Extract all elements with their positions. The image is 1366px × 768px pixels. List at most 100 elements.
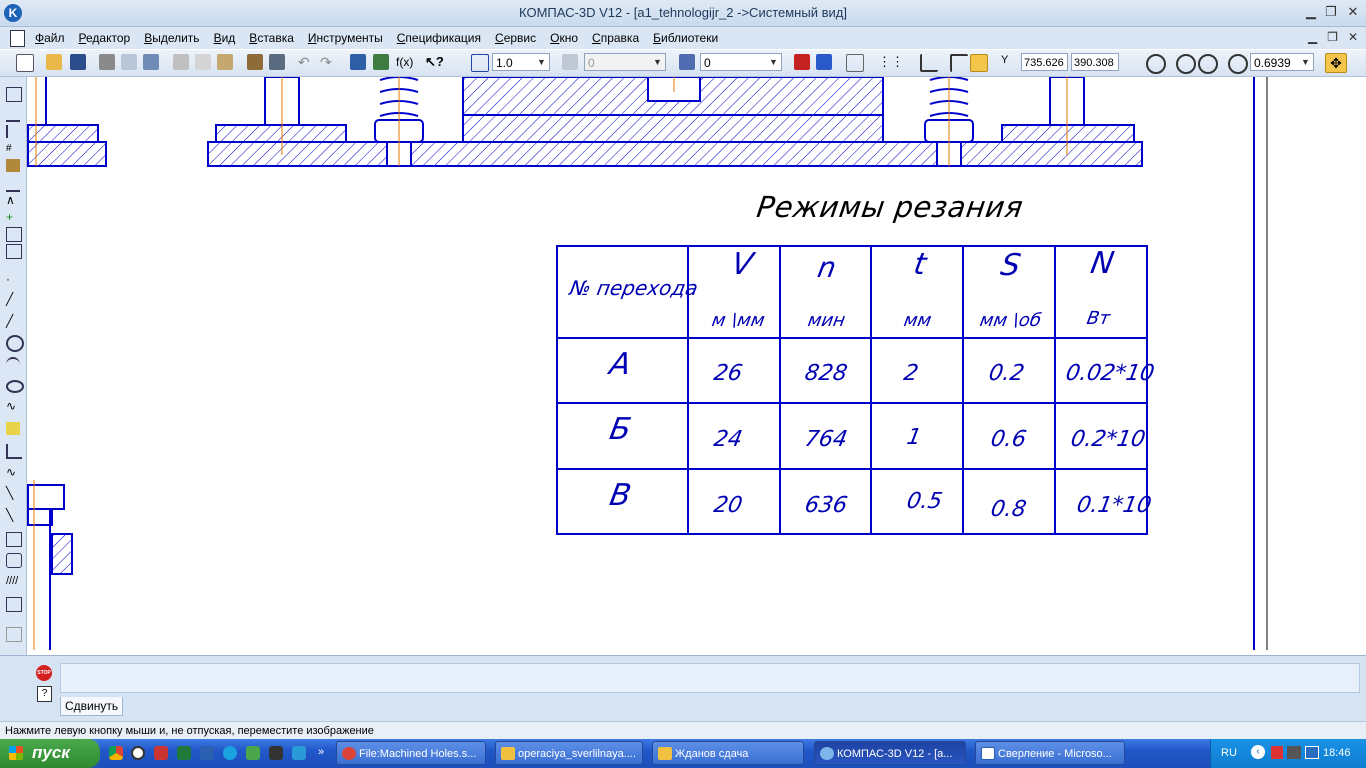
menu-select[interactable]: Выделить [144,31,199,45]
format-painter-icon[interactable] [247,54,263,70]
print-icon[interactable] [99,54,115,70]
minimize-button[interactable]: ▁ [1300,3,1322,21]
command-parameters-bar[interactable] [60,663,1360,693]
polyline-tool-icon[interactable] [6,444,22,459]
snap-icon[interactable] [794,54,810,70]
notation-tool-icon[interactable] [6,125,22,138]
menu-window[interactable]: Окно [550,31,578,45]
close-button[interactable]: ✕ [1342,3,1364,21]
round-icon[interactable] [950,54,968,72]
zoom-scale-icon[interactable] [1228,54,1248,74]
doc-minimize-button[interactable]: ▁ [1308,30,1317,44]
undo-icon[interactable]: ↶ [298,54,314,70]
network-icon[interactable] [1305,746,1319,759]
zoom-select[interactable]: 0.6939 ▼ [1250,53,1314,71]
local-cs-icon[interactable] [920,54,938,72]
context-help-icon[interactable]: ↖? [425,54,444,70]
opera-icon[interactable] [154,746,168,760]
layer-select[interactable]: 0 ▼ [700,53,782,71]
doc-close-button[interactable]: ✕ [1348,30,1358,44]
cursor-snap-icon[interactable] [970,54,988,72]
skype-icon[interactable] [223,746,237,760]
cut-icon[interactable] [173,54,189,70]
task-chrome[interactable]: File:Machined Holes.s... [336,741,486,765]
save-icon[interactable] [70,54,86,70]
curve-tool-icon[interactable]: ∿ [6,466,20,479]
chamfer-tool-icon[interactable]: ╲ [6,487,20,500]
task-folder-zhdanov[interactable]: Жданов сдача [652,741,804,765]
magnet-icon[interactable] [816,54,832,70]
circle-tool-icon[interactable] [6,335,24,352]
print-preview-icon[interactable] [121,54,137,70]
paste-icon[interactable] [217,54,233,70]
copy-icon[interactable] [195,54,211,70]
properties-icon[interactable] [143,54,159,70]
fillet-tool-icon[interactable]: ╲ [6,509,20,522]
zoom-in-icon[interactable] [1176,54,1196,74]
hatch-tool-icon[interactable]: # [6,142,20,155]
zoom-out-icon[interactable] [1198,54,1218,74]
quick-launch-expand-icon[interactable]: » [318,746,332,760]
menu-insert[interactable]: Вставка [249,31,294,45]
redo-icon[interactable]: ↷ [320,54,336,70]
antivirus-icon[interactable] [1271,746,1283,759]
task-folder-operaciya[interactable]: operaciya_sverlilnaya.... [495,741,643,765]
param-tool-icon[interactable] [6,177,20,192]
manager-icon[interactable] [350,54,366,70]
style-select[interactable]: 0 ▼ [584,53,666,71]
edit-tool-icon[interactable] [6,159,20,172]
scale-icon[interactable] [471,54,489,72]
open-folder-icon[interactable] [46,54,62,70]
dimension-tool-icon[interactable] [6,107,20,122]
select-tool-icon[interactable]: + [6,211,20,224]
document-icon[interactable] [10,30,25,47]
style-icon[interactable] [562,54,578,70]
menu-view[interactable]: Вид [214,31,236,45]
app-icon[interactable] [269,746,283,760]
segment-tool-icon[interactable]: ╱ [6,315,20,328]
chrome-icon[interactable] [109,746,123,760]
scale-select[interactable]: 1.0 ▼ [492,53,550,71]
utorrent-icon[interactable] [246,746,260,760]
excel-icon[interactable] [177,746,191,760]
rectangle-tool-icon[interactable] [6,532,22,547]
maximize-button[interactable]: ❐ [1320,3,1342,21]
variables-icon[interactable]: f(x) [396,55,413,69]
clock[interactable]: 18:46 [1323,747,1351,759]
point-tool-icon[interactable]: · [6,273,20,286]
arc-tool-icon[interactable] [6,357,20,372]
equidistant-tool-icon[interactable]: //// [6,575,20,588]
start-button[interactable]: пуск [0,739,100,768]
report-tool-icon[interactable] [6,244,22,259]
spec-tool-icon[interactable] [6,227,22,242]
polygon-tool-icon[interactable] [6,553,22,568]
menu-libraries[interactable]: Библиотеки [653,31,718,45]
tray-back-icon[interactable]: ‹ [1251,745,1265,759]
new-document-icon[interactable] [16,54,34,72]
contour-tool-icon[interactable] [6,597,22,612]
printer-tray-icon[interactable] [1287,746,1301,759]
menu-file[interactable]: Файл [35,31,65,45]
menu-help[interactable]: Справка [592,31,639,45]
task-kompas[interactable]: КОМПАС-3D V12 - [a... [814,741,966,765]
doc-restore-button[interactable]: ❐ [1327,30,1338,44]
measure-tool-icon[interactable]: ∧ [6,194,20,207]
kompas-quick-icon[interactable] [292,746,306,760]
menu-service[interactable]: Сервис [495,31,536,45]
geometry-tool-icon[interactable] [6,87,22,102]
ellipse-tool-icon[interactable] [6,380,24,393]
layers-icon[interactable] [679,54,695,70]
line-tool-icon[interactable]: ╱ [6,293,20,306]
media-player-icon[interactable] [131,746,145,760]
language-indicator[interactable]: RU [1221,747,1237,759]
spline-tool-icon[interactable]: ∿ [6,400,20,413]
menu-specification[interactable]: Спецификация [397,31,481,45]
menu-tools[interactable]: Инструменты [308,31,383,45]
help-icon[interactable]: ? [37,686,52,702]
library-icon[interactable] [373,54,389,70]
hatch-fill-icon[interactable] [6,422,20,435]
stop-icon[interactable]: STOP [36,665,52,681]
pan-icon[interactable]: ✥ [1325,53,1347,73]
grid-icon[interactable]: ⋮⋮ [878,54,904,70]
y-coordinate-field[interactable]: 390.308 [1071,53,1119,71]
